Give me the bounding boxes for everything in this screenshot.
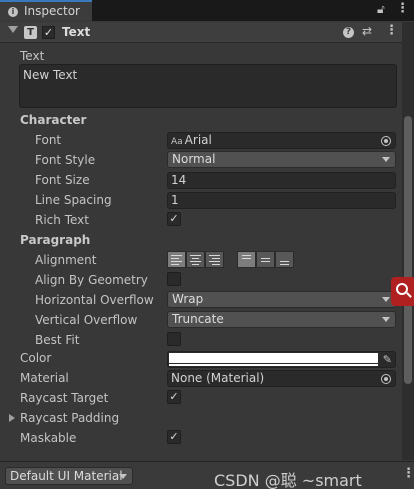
dropdown-arrow-icon xyxy=(119,474,127,479)
best-fit-label: Best Fit xyxy=(35,333,80,347)
dropdown-arrow-icon xyxy=(382,157,390,162)
font-size-field[interactable]: 14 xyxy=(167,172,396,189)
tab-bar: i Inspector 🔓︎ ⋮ xyxy=(0,0,414,21)
raycast-target-checkbox[interactable]: ✓ xyxy=(167,390,181,404)
color-field[interactable]: ✎ xyxy=(167,351,396,368)
font-asset-icon: Aa xyxy=(171,137,183,147)
material-label: Material xyxy=(20,371,69,385)
best-fit-checkbox[interactable] xyxy=(167,332,181,346)
font-field[interactable]: Aa Arial xyxy=(167,132,396,149)
floating-search-button[interactable] xyxy=(391,277,414,306)
default-material-dropdown[interactable]: Default UI Material xyxy=(5,467,133,485)
material-field[interactable]: None (Material) xyxy=(167,370,396,387)
component-menu-icon[interactable]: ⋮ xyxy=(385,23,398,38)
font-size-label: Font Size xyxy=(35,173,90,187)
character-heading: Character xyxy=(20,113,87,127)
line-spacing-label: Line Spacing xyxy=(35,193,112,207)
align-right-button[interactable] xyxy=(205,251,224,268)
rich-text-label: Rich Text xyxy=(35,213,89,227)
align-center-button[interactable] xyxy=(186,251,205,268)
maskable-checkbox[interactable]: ✓ xyxy=(167,430,181,444)
paragraph-heading: Paragraph xyxy=(20,233,91,247)
align-by-geometry-label: Align By Geometry xyxy=(35,273,148,287)
align-left-button[interactable] xyxy=(167,251,186,268)
dropdown-arrow-icon xyxy=(382,297,390,302)
vertical-overflow-value: Truncate xyxy=(172,312,224,326)
lock-icon[interactable]: 🔓︎ xyxy=(377,2,385,17)
raycast-padding-label[interactable]: Raycast Padding xyxy=(20,411,119,425)
vertical-overflow-dropdown[interactable]: Truncate xyxy=(167,311,396,328)
text-label: Text xyxy=(20,49,45,63)
raycast-target-label: Raycast Target xyxy=(20,391,109,405)
horizontal-overflow-value: Wrap xyxy=(172,292,204,306)
font-value: Arial xyxy=(184,133,212,147)
bottom-menu-icon[interactable]: ⋮ xyxy=(402,466,414,481)
help-icon[interactable]: ? xyxy=(343,27,354,38)
info-icon: i xyxy=(8,7,18,17)
vertical-overflow-label: Vertical Overflow xyxy=(35,313,138,327)
horizontal-overflow-label: Horizontal Overflow xyxy=(35,293,154,307)
object-picker-icon[interactable] xyxy=(381,374,391,384)
align-middle-button[interactable] xyxy=(256,251,275,268)
component-header[interactable]: T ✓ Text ? ⇄ ⋮ xyxy=(0,22,402,43)
component-title: Text xyxy=(62,25,91,39)
rich-text-checkbox[interactable]: ✓ xyxy=(167,212,181,226)
object-picker-icon[interactable] xyxy=(381,136,391,146)
kebab-menu-icon[interactable]: ⋮ xyxy=(396,1,409,16)
color-swatch[interactable] xyxy=(169,353,378,363)
dropdown-arrow-icon xyxy=(382,317,390,322)
scrollbar-thumb[interactable] xyxy=(404,116,412,384)
color-alpha-bar xyxy=(169,364,378,366)
align-top-button[interactable] xyxy=(237,251,256,268)
preset-sliders-icon[interactable]: ⇄ xyxy=(362,24,372,38)
horizontal-overflow-dropdown[interactable]: Wrap xyxy=(167,291,396,308)
maskable-label: Maskable xyxy=(20,431,77,445)
align-bottom-button[interactable] xyxy=(275,251,294,268)
font-label: Font xyxy=(35,133,62,147)
foldout-collapsed-icon[interactable] xyxy=(9,414,15,422)
tab-inspector-label: Inspector xyxy=(24,4,80,18)
component-enabled-checkbox[interactable]: ✓ xyxy=(42,26,55,39)
line-spacing-field[interactable]: 1 xyxy=(167,192,396,209)
font-style-value: Normal xyxy=(172,152,216,166)
foldout-arrow-icon[interactable] xyxy=(8,26,18,33)
font-style-dropdown[interactable]: Normal xyxy=(167,151,396,168)
tab-inspector[interactable]: i Inspector xyxy=(0,0,92,21)
eyedropper-icon[interactable]: ✎ xyxy=(383,353,392,366)
color-label: Color xyxy=(20,351,52,365)
align-by-geometry-checkbox[interactable] xyxy=(167,272,181,286)
text-content-field[interactable]: New Text xyxy=(19,64,397,108)
font-style-label: Font Style xyxy=(35,153,96,167)
default-material-label: Default UI Material xyxy=(10,469,123,483)
material-value: None (Material) xyxy=(171,371,265,385)
alignment-label: Alignment xyxy=(35,253,97,267)
bottom-bar: Default UI Material CSDN @聪 ~smart ⋮ xyxy=(0,461,414,489)
watermark-text: CSDN @聪 ~smart xyxy=(214,471,362,489)
text-component-icon: T xyxy=(24,26,37,39)
